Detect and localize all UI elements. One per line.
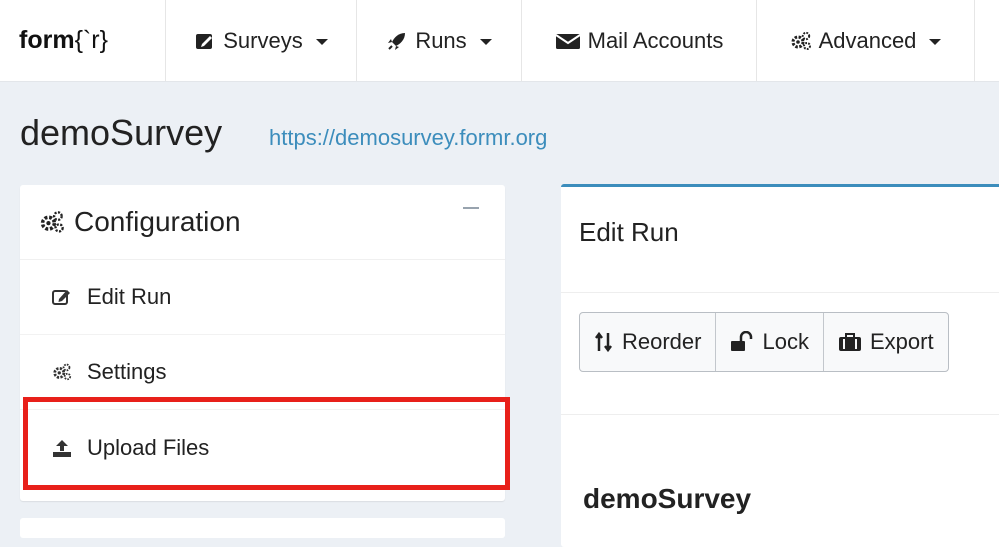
unlock-icon <box>730 331 754 353</box>
config-item-edit-run[interactable]: Edit Run <box>20 260 505 335</box>
page-title: demoSurvey <box>20 112 223 153</box>
config-item-settings[interactable]: Settings <box>20 335 505 410</box>
brand-logo[interactable]: form {`r} <box>0 0 166 81</box>
secondary-box <box>20 518 505 538</box>
cogs-icon <box>790 30 812 52</box>
chevron-down-icon <box>929 38 942 45</box>
top-navbar: form {`r} Surveys Runs Mail Accounts Adva… <box>0 0 999 82</box>
briefcase-icon <box>838 331 862 353</box>
edit-run-panel: Edit Run Reorder Lock Export demoSurvey <box>561 184 999 547</box>
configuration-header: Configuration <box>20 185 505 260</box>
collapse-button[interactable] <box>463 207 479 209</box>
divider <box>561 292 999 293</box>
edit-icon <box>194 30 216 52</box>
reorder-button[interactable]: Reorder <box>580 313 717 371</box>
upload-icon <box>51 438 73 458</box>
panel-title: Edit Run <box>579 217 679 247</box>
rocket-icon <box>386 30 408 52</box>
divider <box>561 414 999 415</box>
edit-icon <box>51 287 73 307</box>
nav-mail-accounts[interactable]: Mail Accounts <box>522 0 757 81</box>
export-button[interactable]: Export <box>824 313 948 371</box>
cogs-icon <box>38 209 66 235</box>
envelope-icon <box>555 30 581 52</box>
nav-surveys[interactable]: Surveys <box>166 0 357 81</box>
sort-icon <box>594 331 614 353</box>
nav-runs[interactable]: Runs <box>357 0 522 81</box>
lock-button[interactable]: Lock <box>716 313 824 371</box>
nav-advanced[interactable]: Advanced <box>757 0 975 81</box>
configuration-box: Configuration Edit Run Settings Upload F… <box>20 185 505 501</box>
survey-url-link[interactable]: https://demosurvey.formr.org <box>269 125 547 151</box>
chevron-down-icon <box>315 38 328 45</box>
config-item-upload-files[interactable]: Upload Files <box>20 410 505 485</box>
run-toolbar: Reorder Lock Export <box>579 312 949 372</box>
cogs-icon <box>51 362 73 382</box>
run-name-heading: demoSurvey <box>583 483 752 514</box>
chevron-down-icon <box>479 38 492 45</box>
